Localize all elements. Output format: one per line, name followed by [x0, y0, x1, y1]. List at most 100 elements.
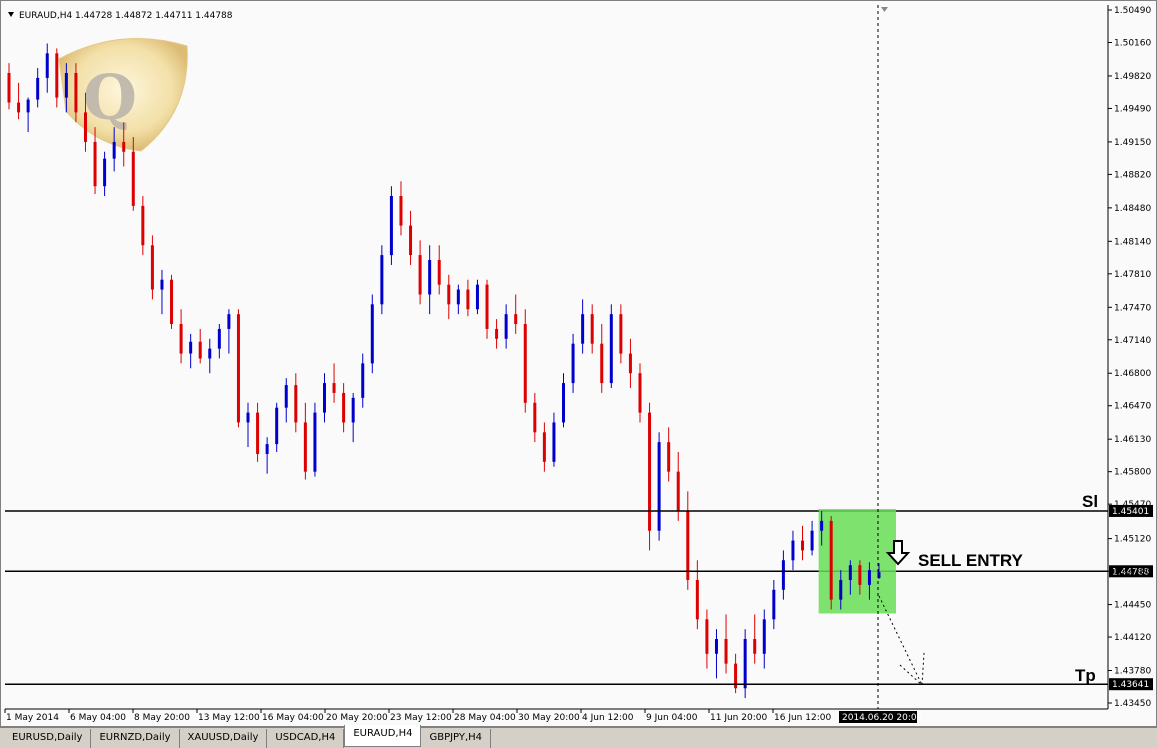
candle-body — [609, 314, 613, 384]
candle-body — [485, 284, 489, 329]
candle-body — [189, 341, 193, 354]
time-tick-label: 1 May 2014 — [6, 713, 59, 723]
candle-body — [342, 392, 346, 423]
price-tick-label: 1.50490 — [1114, 6, 1151, 16]
candle-body — [686, 511, 690, 580]
candle-body — [208, 348, 212, 359]
candle-body — [370, 304, 374, 364]
candle-body — [781, 560, 785, 590]
candle-body — [246, 412, 250, 423]
candle-body — [628, 353, 632, 374]
candle-body — [284, 385, 288, 408]
sell-entry-label: SELL ENTRY — [918, 551, 1024, 570]
candle-body — [466, 289, 470, 310]
candle-body — [581, 314, 585, 344]
time-tick-label: 4 Jun 12:00 — [582, 713, 634, 723]
time-tick-label: 20 May 20:00 — [326, 713, 388, 723]
tab-gbpjpy-h4[interactable]: GBPJPY,H4 — [421, 729, 492, 748]
candle-body — [600, 343, 604, 384]
tab-euraud-h4[interactable]: EURAUD,H4 — [344, 725, 422, 747]
candle-body — [762, 619, 766, 654]
candle-body — [705, 619, 709, 654]
price-axis[interactable]: 1.50490 1.50160 1.49820 1.49490 1.49150 1.488… — [1108, 6, 1151, 709]
candle-body — [504, 314, 508, 339]
candle-body — [437, 260, 441, 285]
candle-body — [724, 639, 728, 664]
symbol-tabs: EURUSD,Daily EURNZD,Daily XAUUSD,Daily USDC… — [0, 725, 1157, 748]
logo-letter: Q — [83, 61, 137, 134]
candle-body — [198, 341, 202, 359]
candle-body — [7, 73, 11, 103]
candle-body — [667, 442, 671, 472]
candle-body — [638, 373, 642, 413]
price-tick-label: 1.44120 — [1114, 633, 1151, 643]
time-tick-label: 13 May 12:00 — [198, 713, 260, 723]
price-tick-label: 1.47810 — [1114, 270, 1151, 280]
price-tick-label: 1.48480 — [1114, 204, 1151, 214]
price-tick-label: 1.49820 — [1114, 72, 1151, 82]
price-tick-label: 1.45470 — [1114, 500, 1151, 510]
time-axis[interactable]: 1 May 2014 6 May 04:00 8 May 20:00 13 May 1… — [4, 709, 831, 723]
candle-body — [523, 324, 527, 403]
candle-body — [590, 314, 594, 344]
candle-body — [456, 289, 460, 305]
price-tick-label: 1.48140 — [1114, 237, 1151, 247]
tab-eurnzd-daily[interactable]: EURNZD,Daily — [91, 729, 180, 748]
candle-body — [867, 570, 871, 585]
candle-body — [141, 205, 145, 246]
candle-body — [275, 407, 279, 445]
candle-body — [112, 141, 116, 159]
price-tick-label: 1.49490 — [1114, 104, 1151, 114]
candle-body — [265, 444, 269, 454]
candle-body — [562, 383, 566, 423]
candle-body — [753, 639, 757, 654]
price-chart[interactable]: Q EURAUD,H4 1.44728 1.44872 1.44711 1.44… — [1, 1, 1157, 728]
price-tick-label: 1.47140 — [1114, 336, 1151, 346]
candle-body — [743, 639, 747, 689]
price-tick-label: 1.45800 — [1114, 468, 1151, 478]
candle-body — [810, 530, 814, 551]
candle-body — [131, 151, 135, 206]
candle-body — [380, 255, 384, 305]
candle-body — [514, 314, 518, 325]
candle-body — [657, 442, 661, 531]
candle-body — [45, 53, 49, 78]
candle-body — [428, 260, 432, 295]
candle-body — [714, 639, 718, 654]
candle-body — [55, 53, 59, 98]
candle-body — [542, 432, 546, 462]
candle-body — [103, 158, 107, 187]
time-tick-label: 9 Jun 04:00 — [646, 713, 698, 723]
candle-body — [64, 73, 68, 98]
tab-usdcad-h4[interactable]: USDCAD,H4 — [267, 729, 345, 748]
candle-body — [160, 279, 164, 290]
price-tick-label: 1.46470 — [1114, 402, 1151, 412]
price-tick-label: 1.44450 — [1114, 601, 1151, 611]
candle-body — [313, 412, 317, 472]
candle-body — [495, 328, 499, 339]
candle-body — [695, 579, 699, 620]
candle-body — [552, 422, 556, 462]
candle-body — [858, 565, 862, 585]
tab-xauusd-daily[interactable]: XAUUSD,Daily — [180, 729, 268, 748]
candle-body — [839, 579, 843, 600]
candle-body — [17, 102, 21, 113]
time-tick-label: 6 May 04:00 — [70, 713, 126, 723]
time-tick-label: 16 May 04:00 — [262, 713, 324, 723]
candle-body — [361, 363, 365, 398]
candle-body — [648, 412, 652, 531]
candle-body — [179, 324, 183, 354]
candle-body — [303, 422, 307, 472]
price-tick-label: 1.43780 — [1114, 667, 1151, 677]
candle-body — [150, 245, 154, 290]
candle-body — [36, 77, 40, 100]
candle-body — [772, 589, 776, 620]
candle-body — [848, 565, 852, 580]
tab-eurusd-daily[interactable]: EURUSD,Daily — [4, 729, 92, 748]
level-price-label: 1.43641 — [1112, 680, 1149, 690]
price-tick-label: 1.48820 — [1114, 170, 1151, 180]
sl-label: Sl — [1082, 492, 1098, 511]
time-tick-label: 28 May 04:00 — [454, 713, 516, 723]
candle-body — [74, 73, 78, 113]
candle-body — [829, 520, 833, 600]
